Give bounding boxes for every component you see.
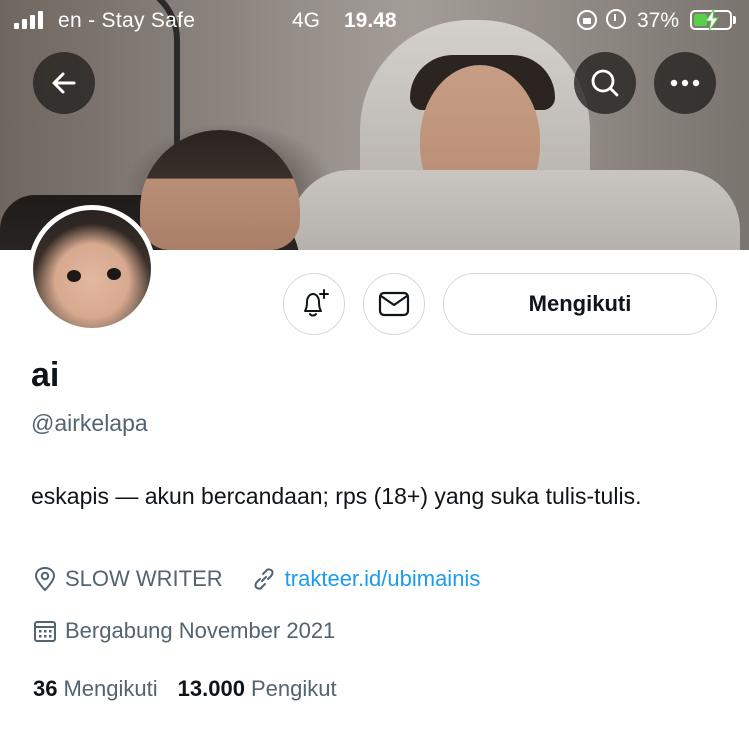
- avatar-eye-left: [67, 270, 81, 282]
- followers-count: 13.000: [177, 676, 245, 701]
- back-button[interactable]: [33, 52, 95, 114]
- link-icon: [254, 568, 274, 590]
- search-button[interactable]: [574, 52, 636, 114]
- join-date: Bergabung November 2021: [65, 618, 336, 643]
- alarm-icon: [606, 9, 626, 29]
- battery-percent: 37%: [637, 9, 680, 32]
- bell-plus-icon: [304, 289, 329, 317]
- signal-icon: [14, 11, 43, 29]
- website-link-wrapper[interactable]: trakteer.id/ubimainis: [251, 566, 481, 592]
- user-handle: @airkelapa: [31, 410, 148, 436]
- status-bar: en - Stay Safe 4G 19.48 37%: [0, 0, 749, 40]
- calendar-icon: [34, 621, 56, 642]
- battery-cap: [733, 16, 736, 24]
- avatar-eye-right: [107, 268, 121, 280]
- following-stat[interactable]: 36 Mengikuti: [33, 676, 158, 702]
- location-pin-icon: [34, 566, 56, 592]
- banner-jacket: [290, 170, 740, 250]
- more-button[interactable]: [654, 52, 716, 114]
- more-icon: [670, 79, 700, 87]
- notification-bell-button[interactable]: [283, 273, 345, 335]
- profile-bio: eskapis — akun bercandaan; rps (18+) yan…: [31, 483, 642, 509]
- following-count: 36: [33, 676, 58, 701]
- charging-bolt-icon: [705, 9, 719, 31]
- avatar[interactable]: [28, 205, 156, 333]
- message-button[interactable]: [363, 273, 425, 335]
- follow-stats: 36 Mengikuti 13.000 Pengikut: [33, 676, 337, 702]
- status-clock: 19.48: [344, 9, 397, 32]
- profile-meta-row: SLOW WRITER trakteer.id/ubimainis: [33, 566, 480, 592]
- rotation-lock-icon: [577, 10, 597, 30]
- envelope-icon: [378, 291, 410, 317]
- profile-location: SLOW WRITER: [65, 566, 223, 591]
- join-date-row: Bergabung November 2021: [33, 618, 335, 644]
- website-link[interactable]: trakteer.id/ubimainis: [285, 566, 481, 592]
- following-button[interactable]: Mengikuti: [443, 273, 717, 335]
- display-name: ai: [31, 356, 60, 394]
- search-icon: [591, 69, 619, 97]
- followers-stat[interactable]: 13.000 Pengikut: [178, 676, 337, 702]
- followers-label: Pengikut: [250, 676, 337, 701]
- network-type: 4G: [292, 9, 321, 32]
- carrier-text: en - Stay Safe: [58, 9, 196, 32]
- following-label: Mengikuti: [63, 676, 158, 701]
- back-arrow-icon: [52, 72, 76, 94]
